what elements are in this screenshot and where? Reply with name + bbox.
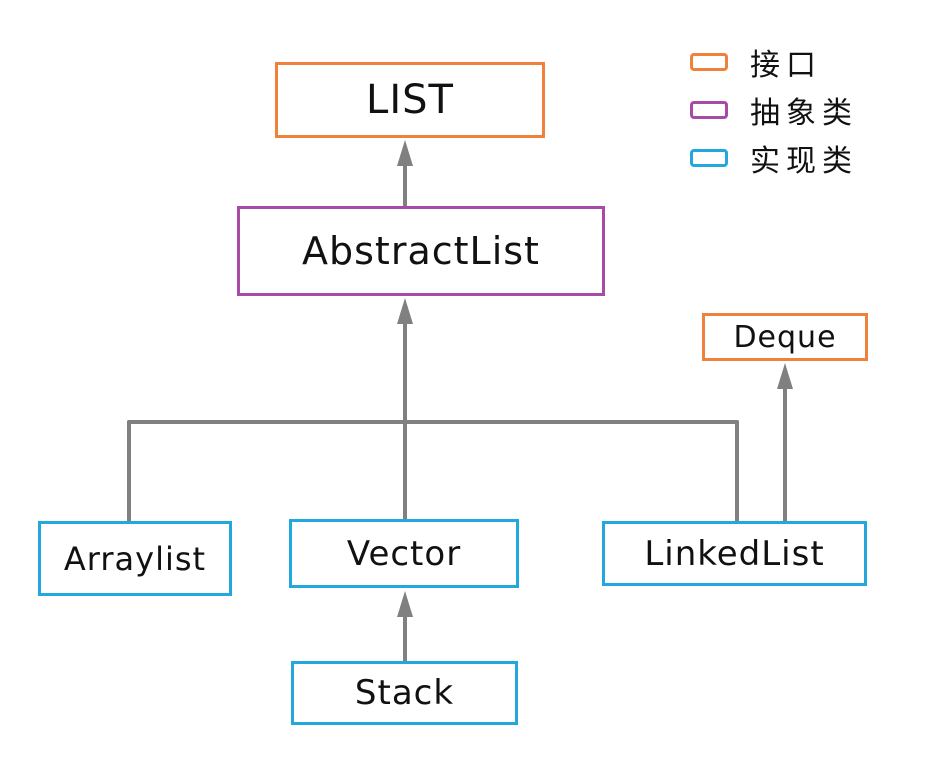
legend-item-implementation: 实现类	[690, 138, 858, 179]
node-vector: Vector	[289, 519, 519, 588]
node-list-label: LIST	[366, 77, 454, 123]
arrowhead-abstractlist	[397, 298, 413, 324]
arrowhead-deque	[777, 363, 793, 389]
node-vector-label: Vector	[346, 533, 462, 574]
legend-swatch-implementation	[690, 149, 728, 167]
node-deque: Deque	[702, 313, 868, 361]
legend-item-interface: 接口	[690, 42, 822, 83]
legend-swatch-abstract	[690, 101, 728, 119]
arrowhead-list	[397, 140, 413, 166]
class-hierarchy-diagram: LIST AbstractList Deque Arraylist Vector…	[0, 0, 940, 766]
legend-item-abstract: 抽象类	[690, 90, 858, 131]
node-arraylist-label: Arraylist	[63, 539, 207, 578]
node-linked-list: LinkedList	[602, 521, 867, 586]
node-list: LIST	[275, 62, 545, 138]
node-abstract-list-label: AbstractList	[302, 229, 540, 273]
legend-label-abstract: 抽象类	[750, 96, 858, 131]
legend-label-interface: 接口	[750, 48, 822, 83]
node-stack-label: Stack	[354, 673, 455, 713]
node-deque-label: Deque	[733, 319, 837, 355]
node-stack: Stack	[291, 661, 518, 725]
arrowhead-vector	[397, 591, 413, 617]
node-linked-list-label: LinkedList	[644, 533, 825, 574]
node-arraylist: Arraylist	[38, 521, 232, 596]
legend-swatch-interface	[690, 53, 728, 71]
node-abstract-list: AbstractList	[237, 206, 605, 296]
legend-label-implementation: 实现类	[750, 144, 858, 179]
